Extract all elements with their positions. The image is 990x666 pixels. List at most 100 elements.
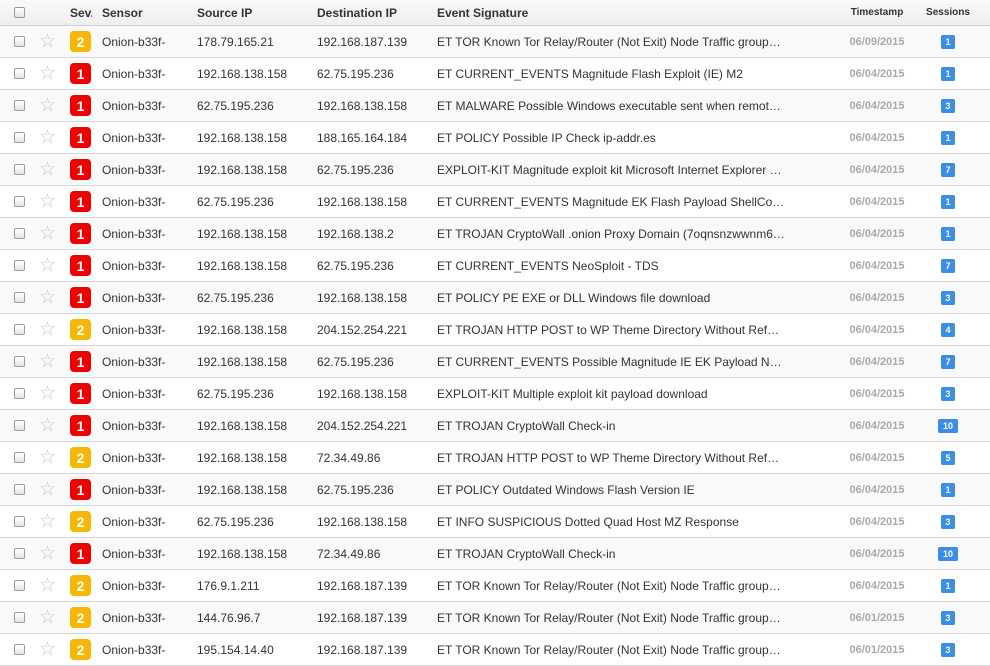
star-icon[interactable]: ☆ (39, 320, 56, 339)
table-row[interactable]: ☆ 1 Onion-b33f- 192.168.138.158 62.75.19… (0, 250, 990, 282)
table-row[interactable]: ☆ 1 Onion-b33f- 192.168.138.158 188.165.… (0, 122, 990, 154)
event-signature[interactable]: ET CURRENT_EVENTS NeoSploit - TDS (437, 250, 837, 281)
row-checkbox[interactable] (14, 644, 25, 655)
star-icon[interactable]: ☆ (39, 192, 56, 211)
event-signature[interactable]: ET TOR Known Tor Relay/Router (Not Exit)… (437, 634, 837, 665)
sessions-count-badge[interactable]: 3 (941, 642, 955, 657)
sessions-count-badge[interactable]: 1 (941, 482, 955, 497)
star-icon[interactable]: ☆ (39, 64, 56, 83)
table-row[interactable]: ☆ 2 Onion-b33f- 192.168.138.158 72.34.49… (0, 442, 990, 474)
table-row[interactable]: ☆ 1 Onion-b33f- 192.168.138.158 72.34.49… (0, 538, 990, 570)
star-icon[interactable]: ☆ (39, 544, 56, 563)
sessions-count-badge[interactable]: 1 (941, 34, 955, 49)
sessions-count-badge[interactable]: 7 (941, 162, 955, 177)
row-checkbox[interactable] (14, 260, 25, 271)
star-icon[interactable]: ☆ (39, 128, 56, 147)
sessions-count-badge[interactable]: 1 (941, 226, 955, 241)
row-checkbox[interactable] (14, 36, 25, 47)
row-checkbox[interactable] (14, 292, 25, 303)
sessions-count-badge[interactable]: 3 (941, 514, 955, 529)
event-signature[interactable]: ET TOR Known Tor Relay/Router (Not Exit)… (437, 26, 837, 57)
table-row[interactable]: ☆ 1 Onion-b33f- 192.168.138.158 62.75.19… (0, 474, 990, 506)
star-icon[interactable]: ☆ (39, 448, 56, 467)
star-icon[interactable]: ☆ (39, 96, 56, 115)
row-checkbox[interactable] (14, 388, 25, 399)
row-checkbox[interactable] (14, 228, 25, 239)
event-signature[interactable]: ET MALWARE Possible Windows executable s… (437, 90, 837, 121)
event-signature[interactable]: EXPLOIT-KIT Magnitude exploit kit Micros… (437, 154, 837, 185)
sessions-count-badge[interactable]: 7 (941, 354, 955, 369)
table-row[interactable]: ☆ 2 Onion-b33f- 62.75.195.236 192.168.13… (0, 506, 990, 538)
event-signature[interactable]: ET CURRENT_EVENTS Possible Magnitude IE … (437, 346, 837, 377)
star-icon[interactable]: ☆ (39, 608, 56, 627)
table-row[interactable]: ☆ 1 Onion-b33f- 62.75.195.236 192.168.13… (0, 186, 990, 218)
star-icon[interactable]: ☆ (39, 224, 56, 243)
select-all-checkbox[interactable] (14, 7, 25, 18)
table-row[interactable]: ☆ 1 Onion-b33f- 192.168.138.158 192.168.… (0, 218, 990, 250)
sessions-count-badge[interactable]: 10 (938, 546, 958, 561)
event-signature[interactable]: ET TROJAN CryptoWall Check-in (437, 538, 837, 569)
sessions-count-badge[interactable]: 4 (941, 322, 955, 337)
header-sensor[interactable]: Sensor (102, 0, 192, 25)
sessions-count-badge[interactable]: 3 (941, 290, 955, 305)
row-checkbox[interactable] (14, 68, 25, 79)
row-checkbox[interactable] (14, 324, 25, 335)
sessions-count-badge[interactable]: 7 (941, 258, 955, 273)
table-row[interactable]: ☆ 2 Onion-b33f- 176.9.1.211 192.168.187.… (0, 570, 990, 602)
event-signature[interactable]: ET CURRENT_EVENTS Magnitude Flash Exploi… (437, 58, 837, 89)
star-icon[interactable]: ☆ (39, 352, 56, 371)
table-row[interactable]: ☆ 1 Onion-b33f- 192.168.138.158 62.75.19… (0, 346, 990, 378)
header-destination-ip[interactable]: Destination IP (317, 0, 432, 25)
star-icon[interactable]: ☆ (39, 480, 56, 499)
header-timestamp[interactable]: Timestamp (842, 0, 912, 25)
row-checkbox[interactable] (14, 164, 25, 175)
star-icon[interactable]: ☆ (39, 416, 56, 435)
star-icon[interactable]: ☆ (39, 640, 56, 659)
event-signature[interactable]: EXPLOIT-KIT Multiple exploit kit payload… (437, 378, 837, 409)
star-icon[interactable]: ☆ (39, 32, 56, 51)
row-checkbox[interactable] (14, 612, 25, 623)
header-event-signature[interactable]: Event Signature (437, 0, 837, 25)
table-row[interactable]: ☆ 2 Onion-b33f- 144.76.96.7 192.168.187.… (0, 602, 990, 634)
row-checkbox[interactable] (14, 196, 25, 207)
event-signature[interactable]: ET CURRENT_EVENTS Magnitude EK Flash Pay… (437, 186, 837, 217)
row-checkbox[interactable] (14, 516, 25, 527)
star-icon[interactable]: ☆ (39, 576, 56, 595)
event-signature[interactable]: ET TOR Known Tor Relay/Router (Not Exit)… (437, 602, 837, 633)
row-checkbox[interactable] (14, 100, 25, 111)
event-signature[interactable]: ET TROJAN CryptoWall Check-in (437, 410, 837, 441)
sessions-count-badge[interactable]: 3 (941, 610, 955, 625)
sessions-count-badge[interactable]: 5 (941, 450, 955, 465)
event-signature[interactable]: ET POLICY Outdated Windows Flash Version… (437, 474, 837, 505)
sessions-count-badge[interactable]: 1 (941, 194, 955, 209)
row-checkbox[interactable] (14, 452, 25, 463)
sessions-count-badge[interactable]: 10 (938, 418, 958, 433)
table-row[interactable]: ☆ 1 Onion-b33f- 62.75.195.236 192.168.13… (0, 282, 990, 314)
sessions-count-badge[interactable]: 1 (941, 130, 955, 145)
row-checkbox[interactable] (14, 420, 25, 431)
table-row[interactable]: ☆ 1 Onion-b33f- 192.168.138.158 204.152.… (0, 410, 990, 442)
sessions-count-badge[interactable]: 3 (941, 386, 955, 401)
table-row[interactable]: ☆ 2 Onion-b33f- 178.79.165.21 192.168.18… (0, 26, 990, 58)
event-signature[interactable]: ET TROJAN HTTP POST to WP Theme Director… (437, 442, 837, 473)
table-row[interactable]: ☆ 1 Onion-b33f- 192.168.138.158 62.75.19… (0, 154, 990, 186)
star-icon[interactable]: ☆ (39, 288, 56, 307)
table-row[interactable]: ☆ 2 Onion-b33f- 192.168.138.158 204.152.… (0, 314, 990, 346)
event-signature[interactable]: ET POLICY PE EXE or DLL Windows file dow… (437, 282, 837, 313)
table-row[interactable]: ☆ 2 Onion-b33f- 195.154.14.40 192.168.18… (0, 634, 990, 666)
star-icon[interactable]: ☆ (39, 160, 56, 179)
table-row[interactable]: ☆ 1 Onion-b33f- 62.75.195.236 192.168.13… (0, 378, 990, 410)
star-icon[interactable]: ☆ (39, 512, 56, 531)
table-row[interactable]: ☆ 1 Onion-b33f- 62.75.195.236 192.168.13… (0, 90, 990, 122)
star-icon[interactable]: ☆ (39, 384, 56, 403)
header-sev[interactable]: Sev. (70, 0, 92, 25)
star-icon[interactable]: ☆ (39, 256, 56, 275)
event-signature[interactable]: ET TROJAN HTTP POST to WP Theme Director… (437, 314, 837, 345)
table-row[interactable]: ☆ 1 Onion-b33f- 192.168.138.158 62.75.19… (0, 58, 990, 90)
event-signature[interactable]: ET INFO SUSPICIOUS Dotted Quad Host MZ R… (437, 506, 837, 537)
sessions-count-badge[interactable]: 3 (941, 98, 955, 113)
event-signature[interactable]: ET TROJAN CryptoWall .onion Proxy Domain… (437, 218, 837, 249)
event-signature[interactable]: ET POLICY Possible IP Check ip-addr.es (437, 122, 837, 153)
row-checkbox[interactable] (14, 132, 25, 143)
sessions-count-badge[interactable]: 1 (941, 578, 955, 593)
